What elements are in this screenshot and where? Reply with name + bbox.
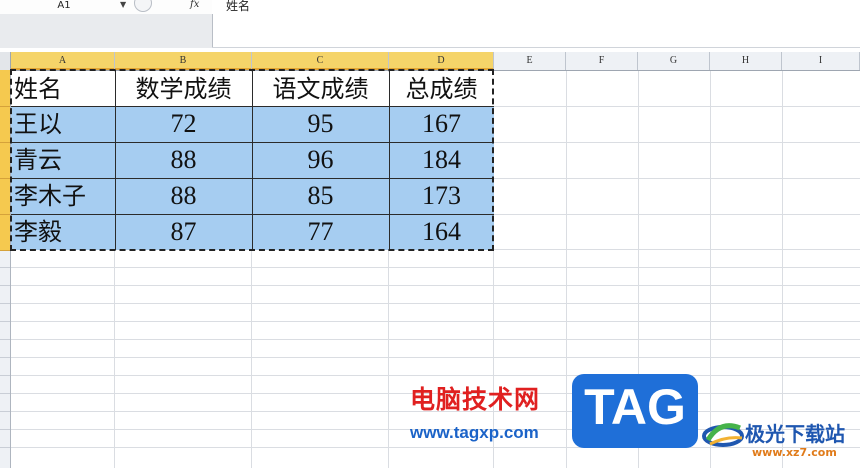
grid-line bbox=[11, 303, 860, 304]
column-header-f[interactable]: F bbox=[566, 52, 638, 70]
aurora-logo-icon bbox=[702, 423, 744, 447]
grid-line bbox=[11, 375, 860, 376]
column-header-g[interactable]: G bbox=[638, 52, 710, 70]
name-box-strip: A1 ▼ fx bbox=[0, 0, 212, 15]
column-header-a[interactable]: A bbox=[11, 52, 115, 70]
watermark-site-name: 电脑技术网 bbox=[410, 385, 541, 414]
watermark-badge: TAG bbox=[572, 374, 698, 448]
row-header-1[interactable] bbox=[0, 70, 10, 107]
formula-bar: A1 ▼ fx 姓名 bbox=[0, 0, 860, 48]
row-header-4[interactable] bbox=[0, 179, 10, 215]
formula-divider bbox=[212, 47, 860, 48]
fx-icon[interactable]: fx bbox=[190, 0, 199, 10]
chevron-down-icon[interactable]: ▼ bbox=[120, 0, 126, 10]
row-divider bbox=[0, 429, 10, 430]
grid-line bbox=[11, 321, 860, 322]
formula-bar-left-panel bbox=[0, 14, 213, 48]
grid-line bbox=[11, 285, 860, 286]
row-divider bbox=[0, 267, 10, 268]
grid-line bbox=[11, 357, 860, 358]
row-divider bbox=[0, 285, 10, 286]
column-header-e[interactable]: E bbox=[494, 52, 566, 70]
column-header-c[interactable]: C bbox=[252, 52, 389, 70]
grid-line bbox=[710, 71, 711, 468]
grid-line bbox=[782, 71, 783, 468]
column-header-d[interactable]: D bbox=[389, 52, 494, 70]
row-divider bbox=[0, 447, 10, 448]
row-divider bbox=[0, 393, 10, 394]
watermark-badge-text: TAG bbox=[584, 379, 686, 435]
row-divider bbox=[0, 303, 10, 304]
row-header-3[interactable] bbox=[0, 143, 10, 179]
row-divider bbox=[0, 321, 10, 322]
grid-line bbox=[11, 339, 860, 340]
row-divider bbox=[0, 375, 10, 376]
row-divider bbox=[0, 339, 10, 340]
row-header-2[interactable] bbox=[0, 107, 10, 143]
row-divider bbox=[0, 357, 10, 358]
watermark-site-url: www.tagxp.com bbox=[410, 423, 539, 442]
row-divider bbox=[0, 411, 10, 412]
row-header-5[interactable] bbox=[0, 215, 10, 251]
formula-input[interactable]: 姓名 bbox=[226, 0, 250, 14]
copy-marquee bbox=[10, 69, 494, 251]
watermark-logo-url: www.xz7.com bbox=[752, 446, 837, 459]
column-header-h[interactable]: H bbox=[710, 52, 782, 70]
grid-line bbox=[566, 71, 567, 468]
column-header-b[interactable]: B bbox=[115, 52, 252, 70]
name-box-button[interactable] bbox=[134, 0, 152, 12]
name-box[interactable]: A1 bbox=[0, 0, 128, 13]
column-header-i[interactable]: I bbox=[782, 52, 860, 70]
watermark-logo-name: 极光下载站 bbox=[745, 422, 845, 446]
grid-line bbox=[11, 267, 860, 268]
